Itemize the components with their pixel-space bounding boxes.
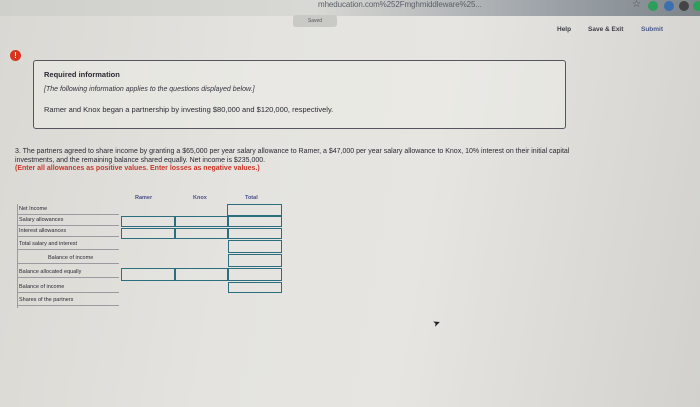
row-label-salary-allowances: Salary allowances <box>18 215 119 226</box>
info-text: Ramer and Knox began a partnership by in… <box>44 105 334 114</box>
row-label-balance-of-income-2: Balance of income <box>18 282 119 293</box>
row-label-balance-allocated-equally: Balance allocated equally <box>18 267 119 278</box>
save-exit-button[interactable]: Save & Exit <box>588 26 623 33</box>
extension-icon[interactable] <box>648 1 658 11</box>
input-salary-knox[interactable] <box>175 216 228 227</box>
address-bar[interactable]: mheducation.com%252Fmghmiddleware%25... <box>318 0 482 9</box>
input-interest-total[interactable] <box>228 228 282 239</box>
input-balance-allocated-total[interactable] <box>228 268 282 281</box>
input-balance-of-income-2-total[interactable] <box>228 282 282 293</box>
submit-button[interactable]: Submit <box>641 26 663 33</box>
question-body: 3. The partners agreed to share income b… <box>15 148 570 164</box>
input-salary-ramer[interactable] <box>121 216 175 227</box>
column-header-knox: Knox <box>193 195 207 201</box>
required-information-panel: Required information [The following info… <box>33 60 566 129</box>
input-balance-allocated-ramer[interactable] <box>121 268 175 281</box>
mouse-cursor-icon: ➤ <box>431 317 442 330</box>
question-instruction: (Enter all allowances as positive values… <box>15 165 260 173</box>
row-label-balance-of-income: Balance of income <box>18 253 119 264</box>
input-net-income-total[interactable] <box>227 204 282 216</box>
input-total-salary-interest[interactable] <box>228 240 282 253</box>
column-header-total: Total <box>245 195 258 201</box>
input-salary-total[interactable] <box>228 216 282 227</box>
info-title: Required information <box>44 70 120 79</box>
row-label-shares-of-partners: Shares of the partners <box>18 295 119 306</box>
extension-icon[interactable] <box>693 1 700 11</box>
extension-icon[interactable] <box>679 1 689 11</box>
question-text: 3. The partners agreed to share income b… <box>15 148 590 174</box>
info-note: [The following information applies to th… <box>44 86 255 93</box>
extension-icon[interactable] <box>664 1 674 11</box>
help-button[interactable]: Help <box>557 26 571 33</box>
input-interest-knox[interactable] <box>175 228 228 239</box>
row-label-interest-allowances: Interest allowances <box>18 226 119 237</box>
alert-icon: ! <box>10 50 21 61</box>
bookmark-star-icon[interactable]: ☆ <box>632 0 641 10</box>
input-balance-of-income-total[interactable] <box>228 254 282 267</box>
saved-status-badge: Saved <box>293 15 337 27</box>
input-balance-allocated-knox[interactable] <box>175 268 228 281</box>
row-label-total-salary-interest: Total salary and interest <box>18 239 119 250</box>
input-interest-ramer[interactable] <box>121 228 175 239</box>
column-header-ramer: Ramer <box>135 195 153 201</box>
row-label-net-income: Net Income <box>18 204 119 215</box>
